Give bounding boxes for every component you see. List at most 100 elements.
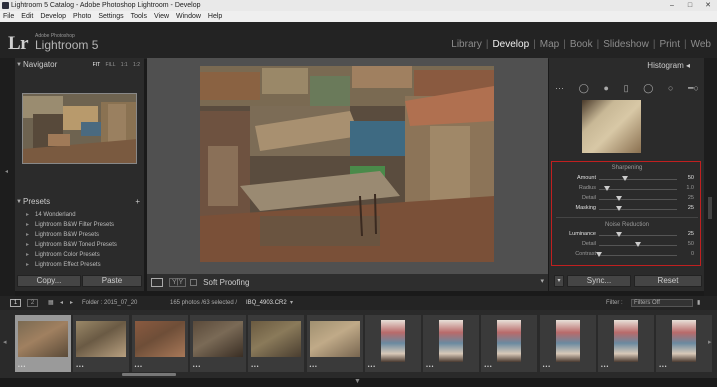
filmstrip-thumbnail[interactable]: ••• <box>598 315 654 372</box>
filmstrip-thumbnail[interactable]: ••• <box>656 315 713 372</box>
detail-zoom-preview[interactable] <box>582 100 641 153</box>
crop-icon[interactable]: ◯ <box>579 83 589 94</box>
collapse-filmstrip-icon[interactable]: ▼ <box>354 378 361 385</box>
slider-track[interactable] <box>599 235 677 236</box>
filmstrip-scroll-left-icon[interactable]: ◂ <box>3 338 7 346</box>
toolbar-menu-icon[interactable]: ▾ <box>540 277 544 285</box>
module-library[interactable]: Library <box>451 39 482 50</box>
filmstrip-scroll-right-icon[interactable]: ▸ <box>708 338 712 346</box>
radial-filter-icon[interactable]: ○ <box>668 83 673 93</box>
grid-view-icon[interactable]: ▦ <box>48 296 54 310</box>
filmstrip-thumbnail[interactable]: ••• <box>15 315 71 372</box>
menu-help[interactable]: Help <box>208 11 222 22</box>
maximize-button[interactable]: □ <box>681 0 699 11</box>
preset-folder[interactable]: Lightroom Color Presets <box>15 250 144 260</box>
loupe-view-icon[interactable] <box>151 278 163 287</box>
filename-dropdown-icon[interactable]: ▾ <box>290 296 293 310</box>
filmstrip-thumbnail[interactable]: ••• <box>539 315 596 372</box>
soft-proofing-checkbox[interactable] <box>190 279 198 286</box>
panel-scrollbar[interactable] <box>708 197 712 219</box>
minimize-button[interactable]: – <box>663 0 681 11</box>
menu-tools[interactable]: Tools <box>131 11 147 22</box>
filmstrip-thumbnail[interactable]: ••• <box>306 315 363 372</box>
sync-options-icon[interactable]: ▾ <box>554 275 564 287</box>
filmstrip-thumbnail[interactable]: ••• <box>423 315 480 372</box>
slider-value[interactable]: 25 <box>688 205 694 211</box>
filmstrip-thumbnail[interactable]: ••• <box>481 315 538 372</box>
back-icon[interactable]: ◂ <box>60 296 63 310</box>
slider-value[interactable]: 25 <box>688 195 694 201</box>
menu-photo[interactable]: Photo <box>73 11 91 22</box>
close-button[interactable]: ✕ <box>699 0 717 11</box>
menu-view[interactable]: View <box>154 11 169 22</box>
histogram-title[interactable]: Histogram ◂ <box>647 61 690 70</box>
preset-folder[interactable]: Lightroom B&W Presets <box>15 230 144 240</box>
slider-track[interactable] <box>599 209 677 210</box>
slider-value[interactable]: 50 <box>688 241 694 247</box>
add-preset-button[interactable]: + <box>135 196 140 208</box>
preset-folder[interactable]: Lightroom B&W Filter Presets <box>15 220 144 230</box>
filmstrip-thumbnail[interactable]: ••• <box>131 315 188 372</box>
preset-folder[interactable]: 14 Wonderland <box>15 210 144 220</box>
before-after-button[interactable]: Y|Y <box>169 278 187 287</box>
copy-settings-button[interactable]: Copy... <box>17 275 81 287</box>
preset-folder[interactable]: Lightroom Effect Presets <box>15 260 144 270</box>
slider-track[interactable] <box>599 179 677 180</box>
folder-label[interactable]: Folder : 2015_07_20 <box>82 296 137 310</box>
preset-folder[interactable]: Lightroom B&W Toned Presets <box>15 240 144 250</box>
menu-window[interactable]: Window <box>176 11 201 22</box>
main-photo[interactable] <box>200 66 494 262</box>
slider-value[interactable]: 50 <box>688 175 694 181</box>
zoom-fit-option[interactable]: FIT <box>93 62 100 68</box>
slider-handle[interactable] <box>603 186 610 191</box>
presets-header[interactable]: ▼ Presets + <box>15 196 144 208</box>
zoom-fill-option[interactable]: FILL <box>105 62 115 68</box>
grid-icon[interactable]: ⋯ <box>555 83 564 94</box>
filmstrip-thumbnail[interactable]: ••• <box>364 315 421 372</box>
menu-develop[interactable]: Develop <box>40 11 66 22</box>
right-panel-edge[interactable] <box>704 58 717 298</box>
module-slideshow[interactable]: Slideshow <box>603 39 649 50</box>
graduated-filter-icon[interactable]: ◯ <box>643 83 653 94</box>
slider-handle[interactable] <box>596 252 602 257</box>
zoom-1-2-option[interactable]: 1:2 <box>133 62 140 68</box>
paste-settings-button[interactable]: Paste <box>82 275 142 287</box>
slider-handle[interactable] <box>615 206 622 211</box>
slider-track[interactable] <box>599 255 677 256</box>
adjustment-brush-icon[interactable]: ━○ <box>688 83 699 94</box>
module-web[interactable]: Web <box>691 39 711 50</box>
page-2-button[interactable]: 2 <box>27 299 38 307</box>
left-panel-edge[interactable]: ◂ <box>0 58 15 298</box>
sync-button[interactable]: Sync... <box>567 275 631 287</box>
slider-track[interactable] <box>599 189 677 190</box>
filmstrip-thumbnail[interactable]: ••• <box>248 315 305 372</box>
filter-lock-icon[interactable]: ▮ <box>697 296 700 310</box>
zoom-1-1-option[interactable]: 1:1 <box>121 62 128 68</box>
menu-file[interactable]: File <box>3 11 14 22</box>
filmstrip-thumbnail[interactable]: ••• <box>73 315 130 372</box>
module-print[interactable]: Print <box>659 39 680 50</box>
slider-value[interactable]: 1.0 <box>686 185 694 191</box>
page-1-button[interactable]: 1 <box>10 299 21 307</box>
filter-dropdown[interactable]: Filters Off <box>631 299 693 307</box>
module-develop[interactable]: Develop <box>492 39 529 50</box>
slider-track[interactable] <box>599 199 677 200</box>
slider-handle[interactable] <box>635 242 641 247</box>
menu-settings[interactable]: Settings <box>98 11 123 22</box>
menu-edit[interactable]: Edit <box>21 11 33 22</box>
slider-value[interactable]: 0 <box>691 251 694 257</box>
slider-value[interactable]: 25 <box>688 231 694 237</box>
filmstrip-scrollbar[interactable] <box>122 373 176 376</box>
navigator-header[interactable]: ▼ Navigator FIT FILL 1:1 1:2 <box>15 59 144 71</box>
slider-handle[interactable] <box>621 176 628 181</box>
red-eye-icon[interactable]: ▯ <box>624 83 629 94</box>
module-map[interactable]: Map <box>540 39 559 50</box>
navigator-preview[interactable] <box>22 93 137 164</box>
spot-removal-icon[interactable]: ● <box>603 83 608 93</box>
slider-handle[interactable] <box>615 196 622 201</box>
forward-icon[interactable]: ▸ <box>70 296 73 310</box>
module-book[interactable]: Book <box>570 39 593 50</box>
collapse-left-panel-icon[interactable]: ◂ <box>5 168 8 175</box>
reset-button[interactable]: Reset <box>634 275 702 287</box>
filmstrip-thumbnail[interactable]: ••• <box>189 315 246 372</box>
